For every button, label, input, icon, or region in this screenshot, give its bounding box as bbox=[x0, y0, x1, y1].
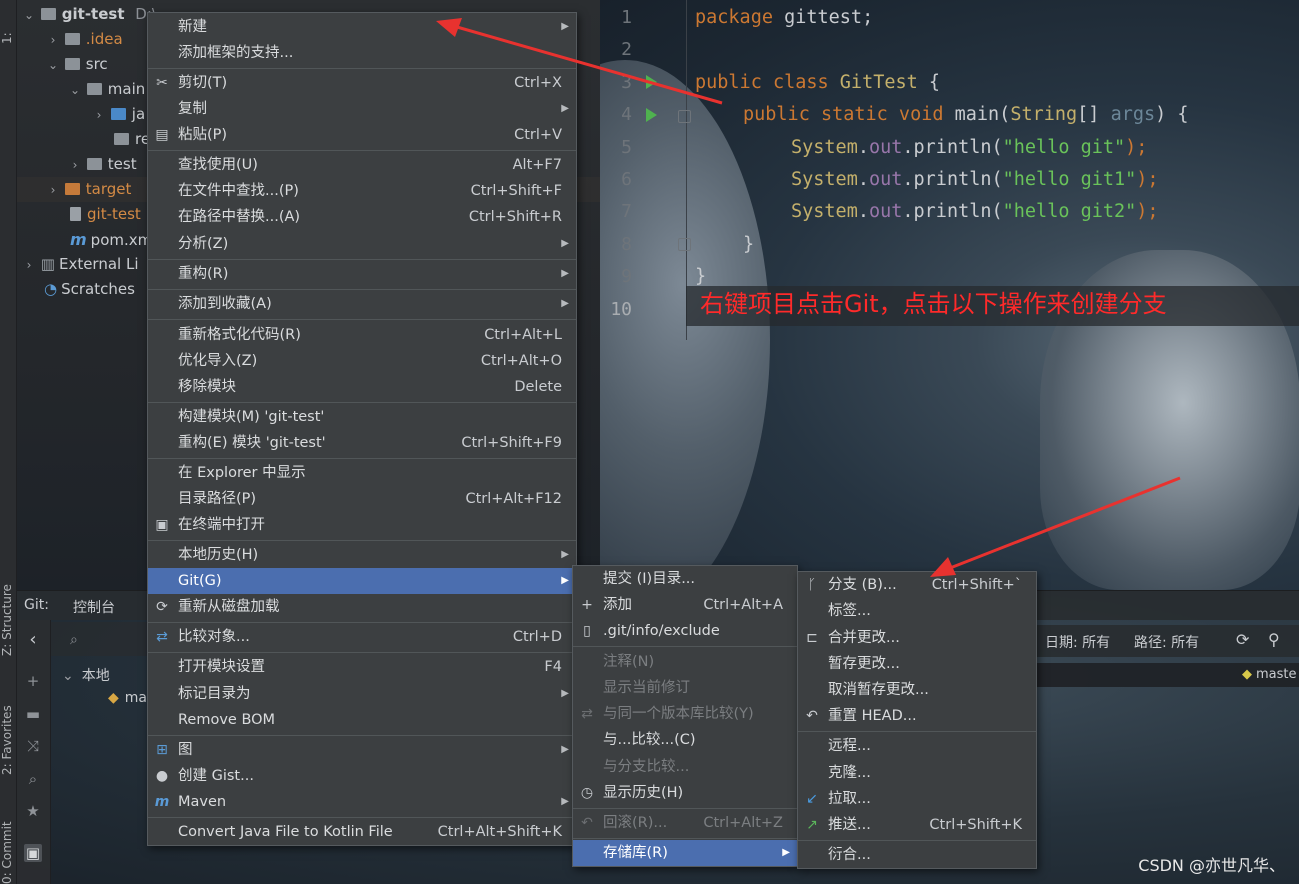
arrow-to-new-menu bbox=[449, 23, 723, 105]
arrowhead-icon bbox=[436, 18, 462, 37]
annotation-arrows bbox=[436, 18, 1181, 577]
arrowhead-icon bbox=[930, 557, 956, 577]
arrow-to-branches bbox=[944, 476, 1181, 572]
